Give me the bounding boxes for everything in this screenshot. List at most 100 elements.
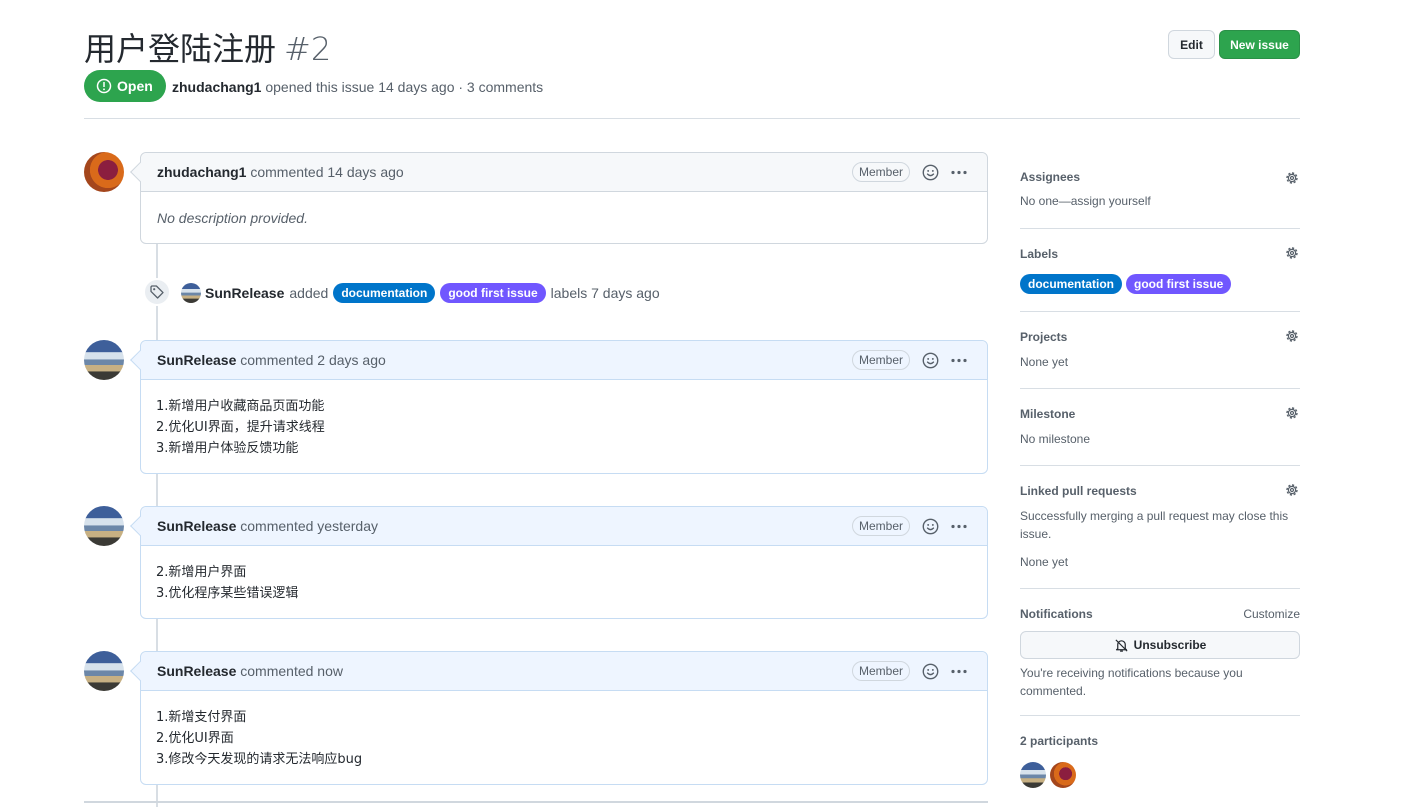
smiley-icon[interactable] xyxy=(922,164,939,181)
member-badge: Member xyxy=(851,661,910,681)
comment-time[interactable]: commented yesterday xyxy=(236,518,378,534)
event-action: added xyxy=(289,285,329,301)
issue-state-badge: Open xyxy=(84,70,166,102)
kebab-horizontal-icon[interactable] xyxy=(949,352,969,369)
unsubscribe-button[interactable]: Unsubscribe xyxy=(1020,631,1300,659)
timeline-bottom-divider xyxy=(84,801,988,803)
label-event: SunRelease added documentation good firs… xyxy=(205,283,660,303)
comment-author-link[interactable]: zhudachang1 xyxy=(157,164,246,180)
comment-author: SunRelease commented 2 days ago xyxy=(157,352,386,368)
label-documentation[interactable]: documentation xyxy=(333,283,436,303)
issue-title-text: 用户登陆注册 xyxy=(84,30,277,68)
gear-icon[interactable] xyxy=(1284,482,1300,498)
smiley-icon[interactable] xyxy=(922,518,939,535)
sidebar-label-list: documentation good first issue xyxy=(1020,274,1300,294)
member-badge: Member xyxy=(851,350,910,370)
avatar[interactable] xyxy=(84,651,124,691)
issue-state-label: Open xyxy=(117,78,153,94)
sidebar-divider xyxy=(1020,388,1300,389)
sidebar-section-title[interactable]: Projects xyxy=(1020,330,1300,344)
sidebar-labels: Labels documentation good first issue xyxy=(1020,247,1300,294)
comment-author-link[interactable]: SunRelease xyxy=(157,518,236,534)
comment-body: 1.新增支付界面 2.优化UI界面 3.修改今天发现的请求无法响应bug xyxy=(141,691,987,786)
comment-author-link[interactable]: SunRelease xyxy=(157,663,236,679)
comment-line: 2.新增用户界面 xyxy=(156,565,247,580)
kebab-horizontal-icon[interactable] xyxy=(949,518,969,535)
comment-line: 2.优化UI界面，提升请求线程 xyxy=(156,420,325,435)
member-badge: Member xyxy=(851,162,910,182)
kebab-horizontal-icon[interactable] xyxy=(949,663,969,680)
sidebar-divider xyxy=(1020,311,1300,312)
comment-header: SunRelease commented now Member xyxy=(141,652,987,691)
sidebar-section-title[interactable]: Linked pull requests xyxy=(1020,484,1300,498)
avatar[interactable] xyxy=(84,152,124,192)
gear-icon[interactable] xyxy=(1284,170,1300,186)
edit-button[interactable]: Edit xyxy=(1168,30,1215,59)
avatar[interactable] xyxy=(84,506,124,546)
sidebar-divider xyxy=(1020,715,1300,716)
comment-author: SunRelease commented now xyxy=(157,663,343,679)
comment-card: SunRelease commented yesterday Member 2.… xyxy=(130,506,988,619)
header-divider xyxy=(84,118,1300,119)
sidebar-divider xyxy=(1020,465,1300,466)
new-issue-button[interactable]: New issue xyxy=(1219,30,1300,59)
linked-prs-description: Successfully merging a pull request may … xyxy=(1020,509,1289,541)
issue-meta: zhudachang1 opened this issue 14 days ag… xyxy=(172,79,543,95)
comment-author-link[interactable]: SunRelease xyxy=(157,352,236,368)
comment-author: zhudachang1 commented 14 days ago xyxy=(157,164,404,180)
notifications-reason: You're receiving notifications because y… xyxy=(1020,666,1243,698)
sidebar-assignees: Assignees No one—assign yourself xyxy=(1020,170,1300,210)
label-documentation[interactable]: documentation xyxy=(1020,274,1122,294)
issue-author-link[interactable]: zhudachang1 xyxy=(172,79,261,95)
sidebar-participants: 2 participants xyxy=(1020,734,1300,748)
linked-prs-value: None yet xyxy=(1020,555,1069,569)
comment-card: zhudachang1 commented 14 days ago Member… xyxy=(130,152,988,244)
comment-body: 1.新增用户收藏商品页面功能 2.优化UI界面，提升请求线程 3.新增用户体验反… xyxy=(141,380,987,475)
customize-link[interactable]: Customize xyxy=(1243,607,1300,622)
kebab-horizontal-icon[interactable] xyxy=(949,164,969,181)
comment-line: 1.新增用户收藏商品页面功能 xyxy=(156,399,325,414)
sidebar-section-title[interactable]: Assignees xyxy=(1020,170,1300,184)
sidebar-divider xyxy=(1020,588,1300,589)
comment-time[interactable]: commented 14 days ago xyxy=(246,164,403,180)
bell-slash-icon xyxy=(1115,638,1128,652)
sidebar-section-title[interactable]: Milestone xyxy=(1020,407,1300,421)
sidebar-section-title[interactable]: Labels xyxy=(1020,247,1300,261)
issue-title: 用户登陆注册 #2 xyxy=(84,24,331,70)
comment-header: SunRelease commented 2 days ago Member xyxy=(141,341,987,380)
issue-meta-text: opened this issue 14 days ago · 3 commen… xyxy=(261,79,544,95)
gear-icon[interactable] xyxy=(1284,245,1300,261)
sidebar-projects: Projects None yet xyxy=(1020,330,1300,371)
gear-icon[interactable] xyxy=(1284,328,1300,344)
sidebar-notifications: Notifications Customize xyxy=(1020,607,1300,621)
event-actor-avatar[interactable] xyxy=(181,283,201,303)
label-good-first-issue[interactable]: good first issue xyxy=(1126,274,1232,294)
tag-icon xyxy=(150,285,164,299)
participant-avatar[interactable] xyxy=(1050,762,1076,788)
sidebar-milestone: Milestone No milestone xyxy=(1020,407,1300,448)
gear-icon[interactable] xyxy=(1284,405,1300,421)
participant-avatar[interactable] xyxy=(1020,762,1046,788)
comment-line: 3.新增用户体验反馈功能 xyxy=(156,441,299,456)
comment-line: 1.新增支付界面 xyxy=(156,710,247,725)
issue-opened-icon xyxy=(96,78,112,94)
comment-time[interactable]: commented 2 days ago xyxy=(236,352,386,368)
sidebar-section-title: 2 participants xyxy=(1020,734,1099,748)
comment-line: 3.优化程序某些错误逻辑 xyxy=(156,586,299,601)
projects-value: None yet xyxy=(1020,355,1069,369)
smiley-icon[interactable] xyxy=(922,352,939,369)
comment-card: SunRelease commented now Member 1.新增支付界面… xyxy=(130,651,988,786)
comment-card: SunRelease commented 2 days ago Member 1… xyxy=(130,340,988,475)
comment-header: SunRelease commented yesterday Member xyxy=(141,507,987,546)
sidebar-divider xyxy=(1020,228,1300,229)
assignees-value[interactable]: No one—assign yourself xyxy=(1020,192,1300,210)
comment-line: 3.修改今天发现的请求无法响应bug xyxy=(156,752,363,767)
comment-body: No description provided. xyxy=(157,210,308,226)
smiley-icon[interactable] xyxy=(922,663,939,680)
comment-time[interactable]: commented now xyxy=(236,663,343,679)
avatar[interactable] xyxy=(84,340,124,380)
event-suffix: labels 7 days ago xyxy=(550,285,660,301)
label-good-first-issue[interactable]: good first issue xyxy=(440,283,546,303)
comment-header: zhudachang1 commented 14 days ago Member xyxy=(141,153,987,192)
event-actor-link[interactable]: SunRelease xyxy=(205,285,284,301)
